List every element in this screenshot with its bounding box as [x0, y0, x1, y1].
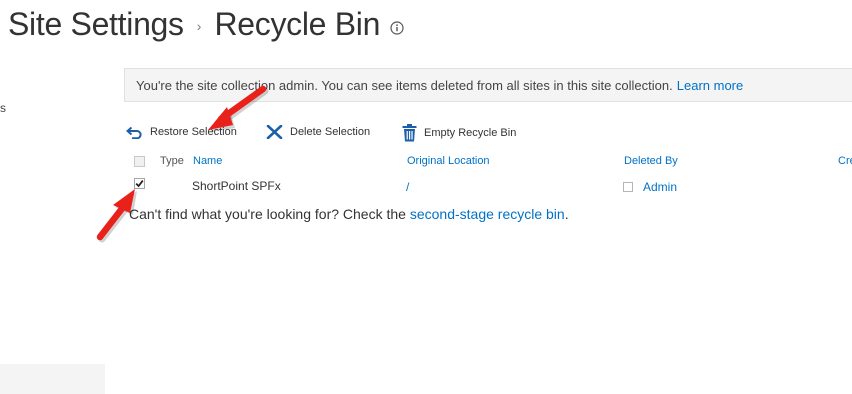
red-arrow-annotation-restore: [208, 85, 269, 132]
column-header-original-location[interactable]: Original Location: [407, 155, 490, 167]
page-title: Recycle Bin: [214, 5, 381, 42]
learn-more-link[interactable]: Learn more: [677, 78, 743, 93]
select-all-checkbox[interactable]: [134, 156, 145, 167]
second-stage-hint-text: Can't find what you're looking for? Chec…: [129, 206, 406, 222]
left-nav-fragment[interactable]: s: [0, 101, 6, 115]
empty-recycle-bin-label: Empty Recycle Bin: [424, 127, 517, 139]
user-presence-icon: [623, 182, 633, 192]
row-name[interactable]: ShortPoint SPFx: [192, 179, 281, 193]
column-header-name[interactable]: Name: [193, 155, 222, 167]
second-stage-hint: Can't find what you're looking for? Chec…: [129, 206, 569, 222]
second-stage-recycle-bin-link[interactable]: second-stage recycle bin: [410, 206, 565, 222]
empty-recycle-bin-button[interactable]: Empty Recycle Bin: [402, 124, 516, 142]
info-icon[interactable]: [390, 21, 404, 35]
left-nav-panel: [0, 364, 105, 394]
row-deleted-by[interactable]: Admin: [643, 180, 677, 194]
red-arrow-annotation-checkbox: [96, 189, 137, 243]
column-header-deleted-by[interactable]: Deleted By: [624, 155, 678, 167]
column-header-created[interactable]: Cre: [838, 155, 852, 167]
column-header-type: Type: [160, 155, 184, 167]
restore-icon: [126, 126, 142, 139]
breadcrumb-site-settings[interactable]: Site Settings: [8, 6, 184, 43]
trash-icon: [402, 124, 417, 142]
breadcrumb-separator: ›: [196, 18, 202, 34]
delete-selection-label: Delete Selection: [290, 126, 371, 138]
page-header: Site Settings › Recycle Bin: [8, 4, 404, 44]
delete-selection-button[interactable]: Delete Selection: [266, 125, 370, 139]
row-original-location[interactable]: /: [406, 180, 409, 194]
second-stage-hint-period: .: [564, 206, 569, 222]
